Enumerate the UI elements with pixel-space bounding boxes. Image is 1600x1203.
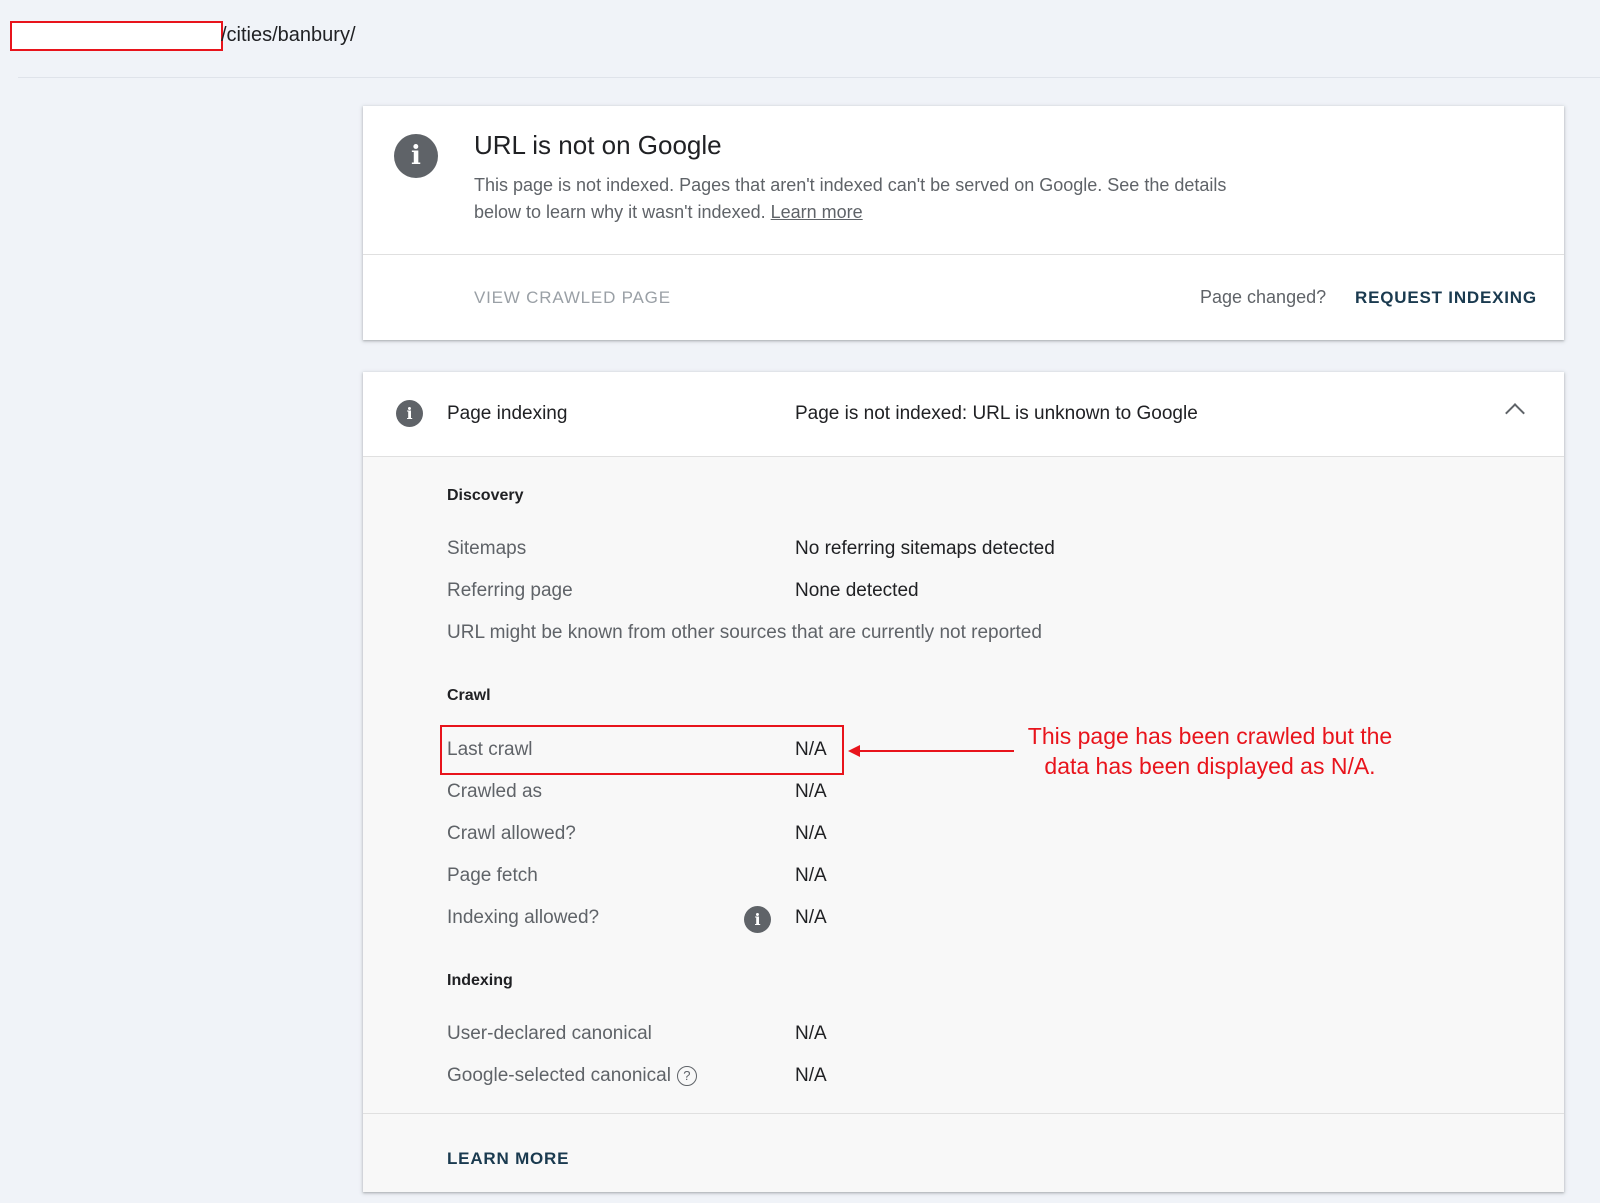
learn-more-button[interactable]: LEARN MORE xyxy=(447,1149,569,1169)
row-label: Crawled as xyxy=(447,781,543,802)
page-indexing-label: Page indexing xyxy=(447,403,568,424)
redacted-domain-box xyxy=(10,21,223,51)
annotation-text: This page has been crawled but the data … xyxy=(1027,723,1393,779)
annotation-arrow-line xyxy=(858,750,1014,752)
row-value: None detected xyxy=(795,580,919,601)
row-label: Referring page xyxy=(447,580,573,601)
request-indexing-button[interactable]: REQUEST INDEXING xyxy=(1355,288,1537,308)
discovery-note: URL might be known from other sources th… xyxy=(447,622,1042,643)
row-label: Page fetch xyxy=(447,865,538,886)
status-title: URL is not on Google xyxy=(474,130,722,160)
row-label: User-declared canonical xyxy=(447,1023,652,1044)
page-indexing-details: Discovery Sitemaps No referring sitemaps… xyxy=(363,456,1564,1192)
section-title-discovery: Discovery xyxy=(447,487,524,504)
url-path: /cities/banbury/ xyxy=(221,24,356,46)
divider xyxy=(363,1113,1564,1114)
page-changed-label: Page changed? xyxy=(1200,287,1327,307)
row-label: Google-selected canonical xyxy=(447,1065,671,1086)
annotation-highlight-box xyxy=(440,725,844,775)
info-icon[interactable]: i xyxy=(744,906,771,933)
info-icon: i xyxy=(396,400,423,427)
row-value: N/A xyxy=(795,907,827,928)
page-indexing-card: i Page indexing Page is not indexed: URL… xyxy=(363,372,1564,1192)
row-value: N/A xyxy=(795,1065,827,1086)
status-card: i URL is not on Google This page is not … xyxy=(363,106,1564,340)
row-value: No referring sitemaps detected xyxy=(795,538,1055,559)
info-icon: i xyxy=(394,134,438,178)
page-indexing-header[interactable]: i Page indexing Page is not indexed: URL… xyxy=(363,372,1564,456)
row-label: Crawl allowed? xyxy=(447,823,576,844)
section-title-indexing: Indexing xyxy=(447,972,513,989)
top-bar: /cities/banbury/ xyxy=(0,0,1600,78)
status-description: This page is not indexed. Pages that are… xyxy=(474,172,1234,226)
chevron-up-icon[interactable] xyxy=(1505,403,1525,423)
divider xyxy=(363,254,1564,255)
help-circle-icon[interactable]: ? xyxy=(676,1065,697,1086)
view-crawled-page-button[interactable]: VIEW CRAWLED PAGE xyxy=(474,288,671,308)
divider xyxy=(18,77,1600,78)
row-value: N/A xyxy=(795,865,827,886)
row-label: Indexing allowed? xyxy=(447,907,600,928)
page-indexing-value: Page is not indexed: URL is unknown to G… xyxy=(795,403,1198,424)
row-value: N/A xyxy=(795,781,827,802)
learn-more-link[interactable]: Learn more xyxy=(771,202,863,222)
row-value: N/A xyxy=(795,823,827,844)
section-title-crawl: Crawl xyxy=(447,687,491,704)
row-label: Sitemaps xyxy=(447,538,527,559)
row-value: N/A xyxy=(795,1023,827,1044)
row-label-with-help: Google-selected canonical? xyxy=(447,1065,697,1087)
